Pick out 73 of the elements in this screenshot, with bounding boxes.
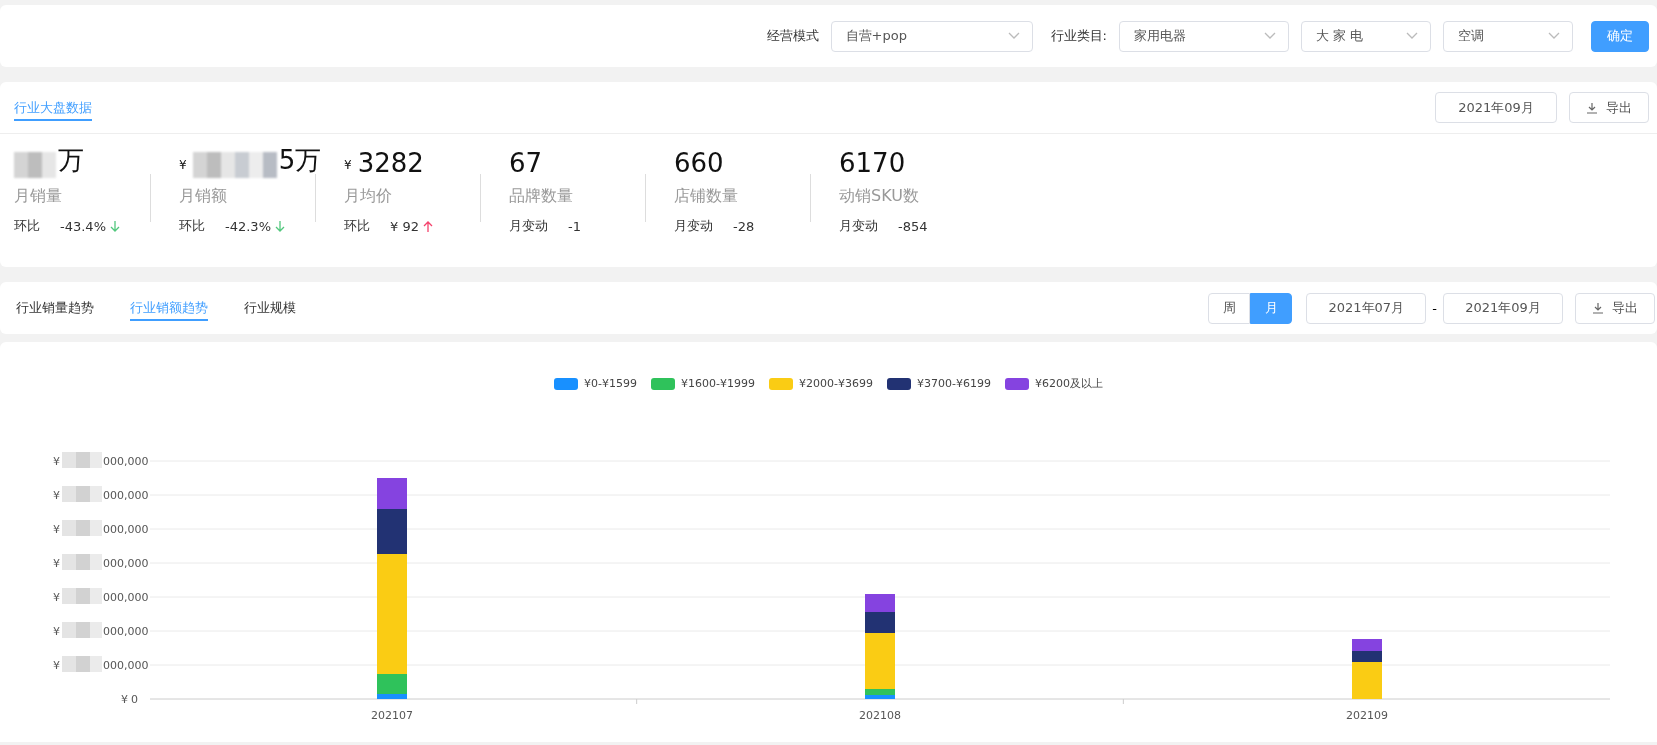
bar-segment <box>865 594 895 612</box>
start-month-picker[interactable]: 2021年07月 <box>1306 292 1427 324</box>
legend-label: ¥1600-¥1999 <box>681 377 755 390</box>
change-label: 月变动 <box>839 217 878 235</box>
axis-tick-label: ¥ <box>53 591 60 604</box>
filter-label: 经营模式 <box>766 27 819 45</box>
axis-tick-label: 0 <box>131 693 138 706</box>
axis-tick-label: 000,000 <box>103 659 149 672</box>
export-button[interactable]: 导出 <box>1575 292 1655 324</box>
legend-label: ¥0-¥1599 <box>584 377 638 390</box>
category-label: 202108 <box>859 709 901 722</box>
legend-label: ¥3700-¥6199 <box>916 377 991 390</box>
legend-label: ¥2000-¥3699 <box>799 377 873 390</box>
select-field[interactable]: 大 家 电 <box>1301 20 1431 52</box>
chevron-down-icon <box>1548 32 1560 40</box>
change-label: 环比 <box>14 217 40 235</box>
axis-tick-label: 000,000 <box>103 489 149 502</box>
axis-tick-label: ¥ <box>53 455 60 468</box>
change-label: 月变动 <box>674 217 713 235</box>
axis-tick-label: ¥ <box>53 523 60 536</box>
month-picker[interactable]: 2021年09月 <box>1435 92 1557 123</box>
metric-value: 5万 <box>278 144 322 177</box>
chevron-down-icon <box>1264 32 1276 40</box>
select-field[interactable]: 自营+pop <box>830 20 1033 52</box>
period-toggle[interactable]: 周 <box>1208 292 1251 324</box>
end-month-picker[interactable]: 2021年09月 <box>1443 292 1563 324</box>
change-label: 环比 <box>344 217 370 235</box>
metric-label: 月销额 <box>179 186 228 207</box>
metric-value: 67 <box>509 148 543 178</box>
axis-tick-label: 000,000 <box>103 455 149 468</box>
metric-value: 3282 <box>357 148 424 178</box>
metric-label: 月销量 <box>14 186 63 207</box>
change-value: -1 <box>568 218 581 234</box>
axis-tick-label: 000,000 <box>103 557 149 570</box>
download-icon <box>1592 302 1604 314</box>
bar-segment <box>1352 639 1382 651</box>
currency-sign: ¥ <box>179 158 187 172</box>
metric-label: 品牌数量 <box>509 186 574 207</box>
change-label: 环比 <box>179 217 205 235</box>
axis-tick-label: ¥ <box>53 659 60 672</box>
category-label: 202109 <box>1346 709 1388 722</box>
select-field[interactable]: 家用电器 <box>1119 20 1289 52</box>
metric-label: 动销SKU数 <box>839 186 920 207</box>
axis-tick-label: ¥ <box>53 557 60 570</box>
currency-sign: ¥ <box>344 158 352 172</box>
metric-value: 660 <box>674 148 724 178</box>
legend-label: ¥6200及以上 <box>1034 376 1103 391</box>
trend-tab[interactable]: 行业规模 <box>244 295 296 321</box>
axis-tick-label: 000,000 <box>103 591 149 604</box>
change-value: -28 <box>733 218 755 234</box>
metric-value: 6170 <box>839 148 906 178</box>
trend-tab[interactable]: 行业销量趋势 <box>16 295 94 321</box>
chevron-down-icon <box>1406 32 1418 40</box>
range-separator: - <box>1432 300 1437 316</box>
filter-label: 行业类目: <box>1050 27 1107 45</box>
metric-label: 店铺数量 <box>674 186 739 207</box>
download-icon <box>1586 101 1598 114</box>
axis-tick-label: ¥ <box>121 693 128 706</box>
axis-tick-label: ¥ <box>53 489 60 502</box>
chevron-down-icon <box>1007 32 1020 40</box>
export-button[interactable]: 导出 <box>1569 92 1649 123</box>
category-label: 202107 <box>371 709 413 722</box>
change-value: -43.4% <box>60 218 106 234</box>
change-label: 月变动 <box>509 217 548 235</box>
change-value: -854 <box>898 218 928 234</box>
metric-value: 万 <box>58 144 84 177</box>
axis-tick-label: 000,000 <box>103 523 149 536</box>
metric-label: 月均价 <box>344 186 393 207</box>
select-field[interactable]: 空调 <box>1443 20 1573 52</box>
change-value: -42.3% <box>225 218 271 234</box>
axis-tick-label: 000,000 <box>103 625 149 638</box>
change-value: ¥ 92 <box>390 218 419 234</box>
axis-tick-label: ¥ <box>53 625 60 638</box>
